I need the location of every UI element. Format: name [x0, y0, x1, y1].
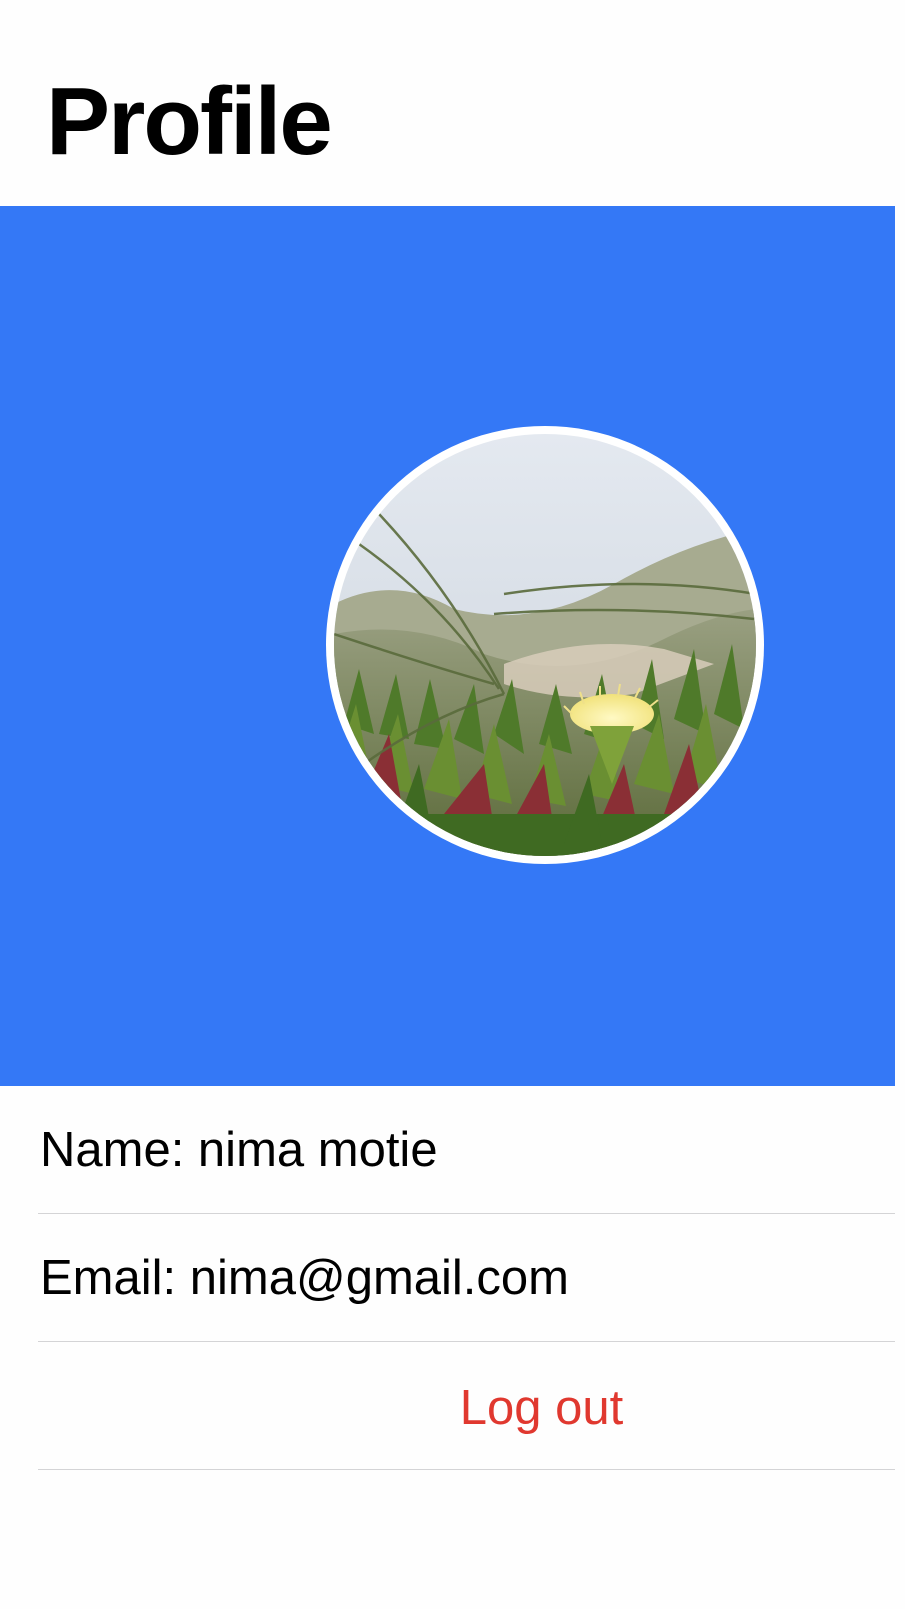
profile-email: Email: nima@gmail.com	[40, 1251, 569, 1305]
profile-name-row: Name: nima motie	[38, 1086, 895, 1214]
profile-email-row: Email: nima@gmail.com	[38, 1214, 895, 1342]
logout-button[interactable]: Log out	[38, 1342, 895, 1470]
page-title: Profile	[46, 68, 333, 175]
profile-name: Name: nima motie	[40, 1123, 438, 1177]
profile-photo-flower-icon	[334, 434, 756, 856]
logout-label: Log out	[459, 1381, 624, 1435]
avatar	[326, 426, 764, 864]
profile-screen: Profile Name: nima motie Email: nima@gma…	[0, 0, 905, 1609]
